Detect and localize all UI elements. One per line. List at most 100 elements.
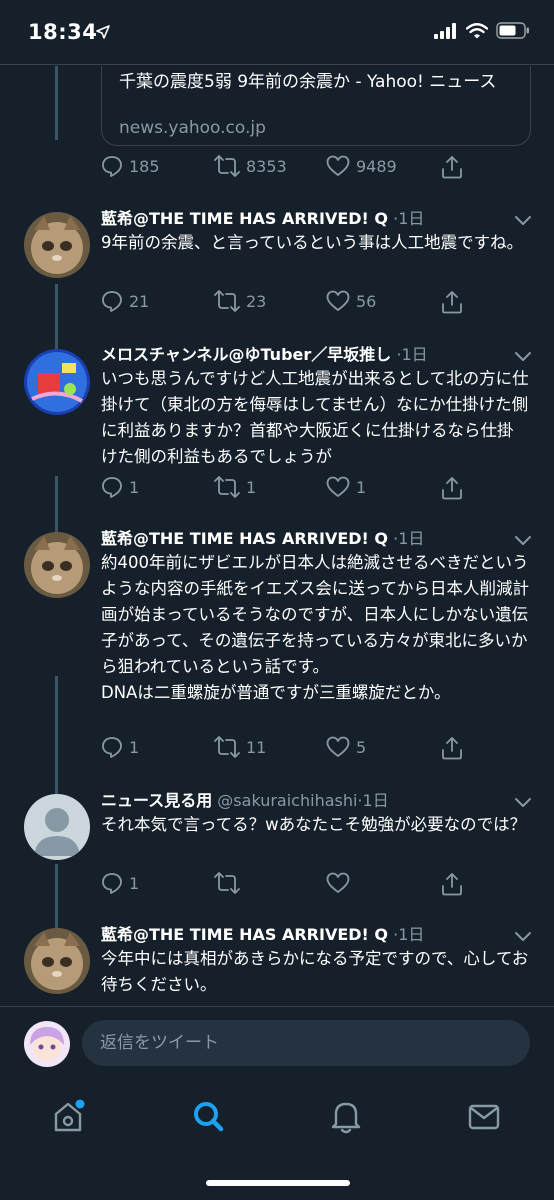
link-card[interactable]: 千葉の震度5弱 9年前の余震か - Yahoo! ニュース news.yahoo… (101, 66, 531, 146)
avatar[interactable] (24, 532, 90, 598)
reply-icon (102, 291, 122, 312)
share-icon (442, 291, 462, 314)
reply-icon (102, 873, 122, 894)
my-avatar[interactable] (24, 1021, 70, 1067)
wifi-icon (465, 22, 489, 43)
share-button[interactable] (441, 476, 463, 500)
tweet-meta: ·1日 (393, 209, 425, 228)
like-button[interactable]: 56 (326, 290, 376, 312)
tweet-actions: 185 8353 9489 (101, 155, 501, 185)
reply-input[interactable]: 返信をツイート (82, 1020, 530, 1066)
share-button[interactable] (441, 290, 463, 314)
location-arrow-icon (96, 24, 110, 43)
share-icon (442, 477, 462, 500)
tweet-header: 藍希@THE TIME HAS ARRIVED! Q ·1日 (101, 528, 424, 550)
like-button[interactable]: 9489 (326, 155, 397, 177)
retweet-button[interactable] (214, 872, 246, 894)
reply-button[interactable]: 1 (101, 736, 139, 758)
tweet-meta: ·1日 (393, 925, 425, 944)
retweet-count: 11 (246, 737, 267, 757)
reply-button[interactable]: 185 (101, 155, 160, 177)
chevron-down-icon[interactable] (514, 928, 532, 947)
tweet-meta: ·1日 (393, 529, 425, 548)
reply-tweet[interactable]: 藍希@THE TIME HAS ARRIVED! Q ·1日 約400年前にザビ… (0, 528, 554, 760)
search-tab[interactable] (188, 1096, 228, 1136)
reply-count: 1 (129, 737, 140, 757)
reply-icon (102, 477, 122, 498)
reply-tweet[interactable]: 藍希@THE TIME HAS ARRIVED! Q ·1日 9年前の余震、と言… (0, 208, 554, 320)
status-indicators (434, 22, 530, 43)
tweet-text: 今年中には真相があきらかになる予定ですので、心してお待ちください。 (101, 949, 529, 994)
home-tab[interactable] (48, 1096, 88, 1136)
messages-icon (468, 1104, 500, 1130)
retweet-count: 8353 (246, 156, 287, 176)
chevron-down-icon[interactable] (514, 212, 532, 231)
like-icon (326, 872, 350, 893)
tweet-actions: 1 11 5 (101, 736, 501, 766)
status-time: 18:34 (28, 20, 98, 44)
like-button[interactable]: 1 (326, 476, 366, 498)
display-name[interactable]: 藍希@THE TIME HAS ARRIVED! Q (101, 925, 388, 944)
like-button[interactable]: 5 (326, 736, 366, 758)
display-name[interactable]: メロスチャンネル@ゆTuber／早坂推し (101, 345, 391, 364)
tweet-feed[interactable]: 千葉の震度5弱 9年前の余震か - Yahoo! ニュース news.yahoo… (0, 66, 554, 1006)
retweet-icon (214, 872, 240, 894)
tweet-text: それ本気で言ってる？wあなたこそ勉強が必要なのでは？ (101, 815, 527, 834)
display-name[interactable]: 藍希@THE TIME HAS ARRIVED! Q (101, 209, 388, 228)
chevron-down-icon[interactable] (514, 794, 532, 813)
reply-count: 21 (129, 291, 150, 311)
tweet-text: いつも思うんですけど人工地震が出来るとして北の方に仕掛けて（東北の方を侮辱はして… (101, 369, 529, 466)
reply-count: 1 (129, 873, 140, 893)
reply-icon (102, 737, 122, 758)
retweet-button[interactable]: 1 (214, 476, 256, 498)
avatar[interactable] (24, 928, 90, 994)
retweet-button[interactable]: 8353 (214, 155, 287, 177)
link-card-domain: news.yahoo.co.jp (119, 118, 266, 138)
share-icon (442, 873, 462, 896)
like-icon (326, 290, 350, 311)
reply-count: 1 (129, 477, 140, 497)
like-count: 9489 (356, 156, 397, 176)
avatar[interactable] (24, 349, 90, 415)
reply-composer: 返信をツイート (0, 1006, 554, 1078)
tweet-meta: ·1日 (396, 345, 428, 364)
signal-icon (434, 22, 458, 43)
header-divider (0, 64, 554, 65)
messages-tab[interactable] (464, 1096, 504, 1136)
share-icon (442, 737, 462, 760)
chevron-down-icon[interactable] (514, 532, 532, 551)
like-icon (326, 736, 350, 757)
avatar[interactable] (24, 212, 90, 278)
notifications-tab[interactable] (326, 1096, 366, 1136)
reply-button[interactable]: 21 (101, 290, 149, 312)
display-name[interactable]: 藍希@THE TIME HAS ARRIVED! Q (101, 529, 388, 548)
share-button[interactable] (441, 872, 463, 896)
home-indicator (206, 1180, 350, 1186)
reply-icon (102, 156, 122, 177)
reply-tweet[interactable]: ニュース見る用 @sakuraichihashi·1日 それ本気で言ってる？wあ… (0, 790, 554, 910)
reply-button[interactable]: 1 (101, 872, 139, 894)
tweet-text: 約400年前にザビエルが日本人は絶滅させるべきだというような内容の手紙をイエズス… (101, 553, 530, 702)
share-button[interactable] (441, 155, 463, 179)
share-button[interactable] (441, 736, 463, 760)
display-name[interactable]: ニュース見る用 (101, 791, 212, 810)
chevron-down-icon[interactable] (514, 348, 532, 367)
tweet-actions: 1 1 1 (101, 476, 501, 506)
tweet-text: 9年前の余震、と言っているという事は人工地震ですね。 (101, 233, 524, 252)
like-button[interactable] (326, 872, 356, 894)
tweet-actions: 1 (101, 872, 501, 902)
reply-tweet[interactable]: 藍希@THE TIME HAS ARRIVED! Q ·1日 今年中には真相があ… (0, 924, 554, 1006)
default-avatar-icon[interactable] (24, 794, 90, 860)
retweet-button[interactable]: 23 (214, 290, 266, 312)
retweet-icon (214, 290, 240, 312)
reply-button[interactable]: 1 (101, 476, 139, 498)
retweet-icon (214, 476, 240, 498)
like-count: 1 (356, 477, 367, 497)
status-bar: 18:34 (0, 0, 554, 66)
retweet-button[interactable]: 11 (214, 736, 266, 758)
link-card-title: 千葉の震度5弱 9年前の余震か - Yahoo! ニュース (119, 72, 497, 92)
battery-icon (496, 22, 530, 43)
thread-line (55, 66, 58, 140)
notifications-icon (331, 1102, 361, 1134)
reply-tweet[interactable]: メロスチャンネル@ゆTuber／早坂推し ·1日 いつも思うんですけど人工地震が… (0, 344, 554, 514)
